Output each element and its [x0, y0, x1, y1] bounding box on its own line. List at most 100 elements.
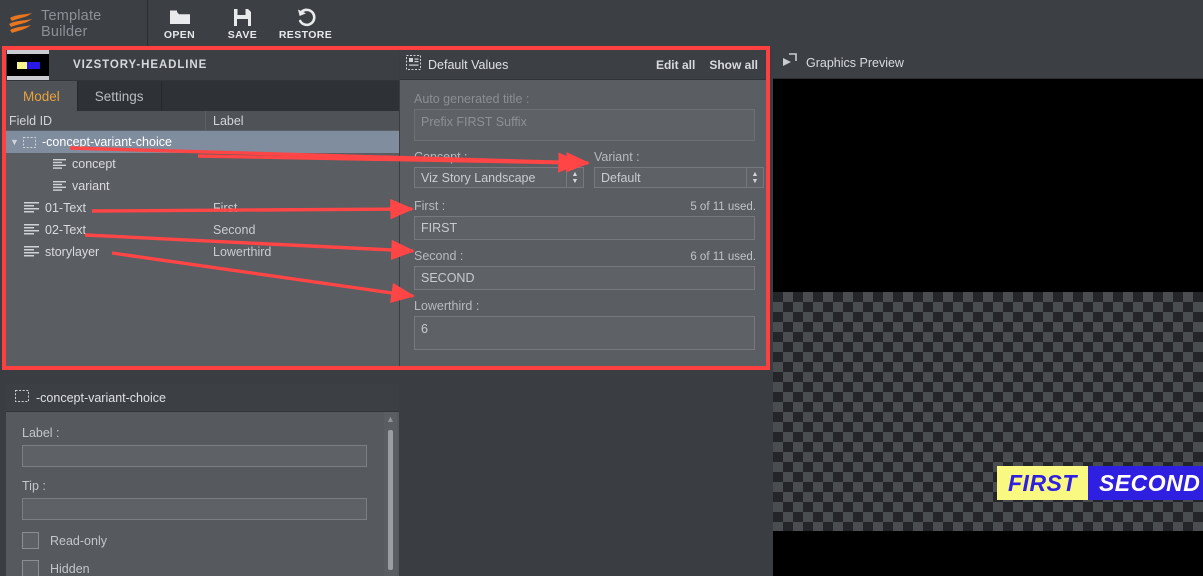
field-properties-panel: -concept-variant-choice Label : Tip : Re… [6, 384, 399, 576]
text-lines-icon [24, 246, 39, 258]
tree-row-label: First [213, 201, 238, 215]
variant-select[interactable]: Default ▲ ▼ [594, 167, 764, 188]
open-button[interactable]: OPEN [148, 0, 211, 48]
chevron-updown-icon[interactable]: ▲ ▼ [746, 168, 763, 187]
tree-row-field-id: 02-Text [6, 223, 206, 237]
app-root: Template Builder OPEN SAVE RESTORE VIZST… [0, 0, 1203, 576]
tree-row-id-text: 02-Text [45, 223, 86, 237]
second-usage-counter: 6 of 11 used. [690, 251, 756, 263]
table-row[interactable]: ▼ -concept-variant-choice [6, 131, 399, 153]
model-settings-tabs: Model Settings [6, 81, 399, 111]
lowerthird-input[interactable]: 6 [414, 316, 755, 350]
tree-row-id-text: variant [72, 179, 110, 193]
main-toolbar: Template Builder OPEN SAVE RESTORE [0, 0, 1203, 48]
restore-button[interactable]: RESTORE [274, 0, 337, 48]
text-lines-icon [53, 180, 66, 192]
app-title: Template Builder [41, 8, 102, 40]
auto-title-field: Prefix FIRST Suffix [414, 109, 755, 141]
first-usage-counter: 5 of 11 used. [690, 201, 756, 213]
graphics-preview-title: Graphics Preview [806, 56, 904, 70]
default-values-icon [406, 54, 421, 75]
column-header-label: Label [213, 113, 244, 128]
tree-row-field-id: -concept-variant-choice [23, 135, 223, 149]
template-model-panel: VIZSTORY-HEADLINE Model Settings Field I… [6, 50, 399, 366]
default-values-panel: Default Values Edit all Show all Auto ge… [400, 50, 770, 366]
tree-row-id-text: 01-Text [45, 201, 86, 215]
auto-title-label: Auto generated title : [414, 92, 530, 106]
graphic-second-text: SECOND [1087, 466, 1203, 500]
variant-label: Variant : [594, 150, 640, 164]
floppy-disk-icon [233, 7, 252, 27]
readonly-row[interactable]: Read-only [22, 532, 383, 549]
edit-all-link[interactable]: Edit all [656, 58, 695, 72]
show-all-link[interactable]: Show all [709, 58, 758, 72]
open-label: OPEN [163, 29, 196, 41]
save-button[interactable]: SAVE [211, 0, 274, 48]
table-row[interactable]: 02-Text Second [6, 219, 399, 241]
save-label: SAVE [227, 29, 258, 41]
expand-caret-icon[interactable]: ▼ [6, 137, 23, 147]
tree-row-label: Lowerthird [213, 245, 272, 259]
graphics-preview-header: Graphics Preview [773, 48, 1203, 79]
scroll-up-arrow-icon[interactable]: ▲ [384, 412, 397, 426]
template-header: VIZSTORY-HEADLINE [6, 50, 399, 81]
variant-value: Default [601, 170, 641, 185]
preview-stage[interactable]: FIRST SECOND [773, 79, 1203, 576]
table-row[interactable]: variant [6, 175, 399, 197]
tab-model-label: Model [23, 88, 60, 104]
tree-row-id-text: -concept-variant-choice [42, 135, 172, 149]
tab-settings-label: Settings [94, 88, 144, 104]
graphic-first-text: FIRST [997, 466, 1088, 500]
second-row: Second : 6 of 11 used. [414, 249, 756, 266]
tab-model[interactable]: Model [6, 81, 78, 111]
table-row[interactable]: storylayer Lowerthird [6, 241, 399, 263]
default-values-form: Auto generated title : Prefix FIRST Suff… [400, 80, 770, 350]
scrollbar-thumb[interactable] [388, 430, 393, 570]
concept-variant-row: Concept : Viz Story Landscape ▲ ▼ Variant… [414, 150, 764, 188]
concept-label: Concept : [414, 150, 468, 164]
undo-arrow-icon [296, 7, 316, 27]
table-row[interactable]: concept [6, 153, 399, 175]
first-label: First : [414, 199, 446, 213]
tree-row-id-text: storylayer [45, 245, 100, 259]
tree-row-field-id: concept [6, 157, 206, 171]
readonly-label: Read-only [50, 533, 107, 548]
tree-row-field-id: storylayer [6, 245, 206, 259]
first-input[interactable]: FIRST [414, 216, 755, 240]
field-tree: ▼ -concept-variant-choice concept varian… [6, 131, 399, 366]
default-values-title: Default Values [428, 57, 509, 72]
text-lines-icon [24, 202, 39, 214]
chevron-updown-icon[interactable]: ▲ ▼ [566, 168, 583, 187]
text-lines-icon [53, 158, 66, 170]
lowerthird-label: Lowerthird : [414, 299, 480, 313]
second-input[interactable]: SECOND [414, 266, 755, 290]
folder-icon [169, 7, 191, 27]
viz-logo-icon [9, 13, 32, 33]
lowerthird-row: Lowerthird : [414, 299, 756, 316]
field-properties-header: -concept-variant-choice [6, 384, 399, 412]
hidden-row[interactable]: Hidden [22, 560, 383, 576]
first-row: First : 5 of 11 used. [414, 199, 756, 216]
properties-scrollbar[interactable]: ▲ [384, 412, 397, 576]
hidden-label: Hidden [50, 561, 90, 576]
concept-group: Concept : Viz Story Landscape ▲ ▼ [414, 150, 584, 188]
readonly-checkbox[interactable] [22, 532, 39, 549]
hidden-checkbox[interactable] [22, 560, 39, 576]
table-row[interactable]: 01-Text First [6, 197, 399, 219]
concept-select[interactable]: Viz Story Landscape ▲ ▼ [414, 167, 584, 188]
concept-value: Viz Story Landscape [421, 170, 536, 185]
group-box-icon [23, 136, 36, 148]
tip-input[interactable] [22, 498, 367, 520]
label-field-label: Label : [22, 426, 60, 440]
app-brand: Template Builder [0, 0, 148, 48]
label-input[interactable] [22, 445, 367, 467]
variant-group: Variant : Default ▲ ▼ [594, 150, 764, 188]
lower-third-graphic: FIRST SECOND [997, 466, 1203, 500]
template-thumbnail [7, 50, 49, 80]
tree-row-field-id: variant [6, 179, 206, 193]
field-table-header: Field ID Label [6, 110, 399, 131]
text-lines-icon [24, 224, 39, 236]
tip-field-label: Tip : [22, 479, 46, 493]
tree-row-label: Second [213, 223, 256, 237]
tab-settings[interactable]: Settings [78, 81, 162, 111]
